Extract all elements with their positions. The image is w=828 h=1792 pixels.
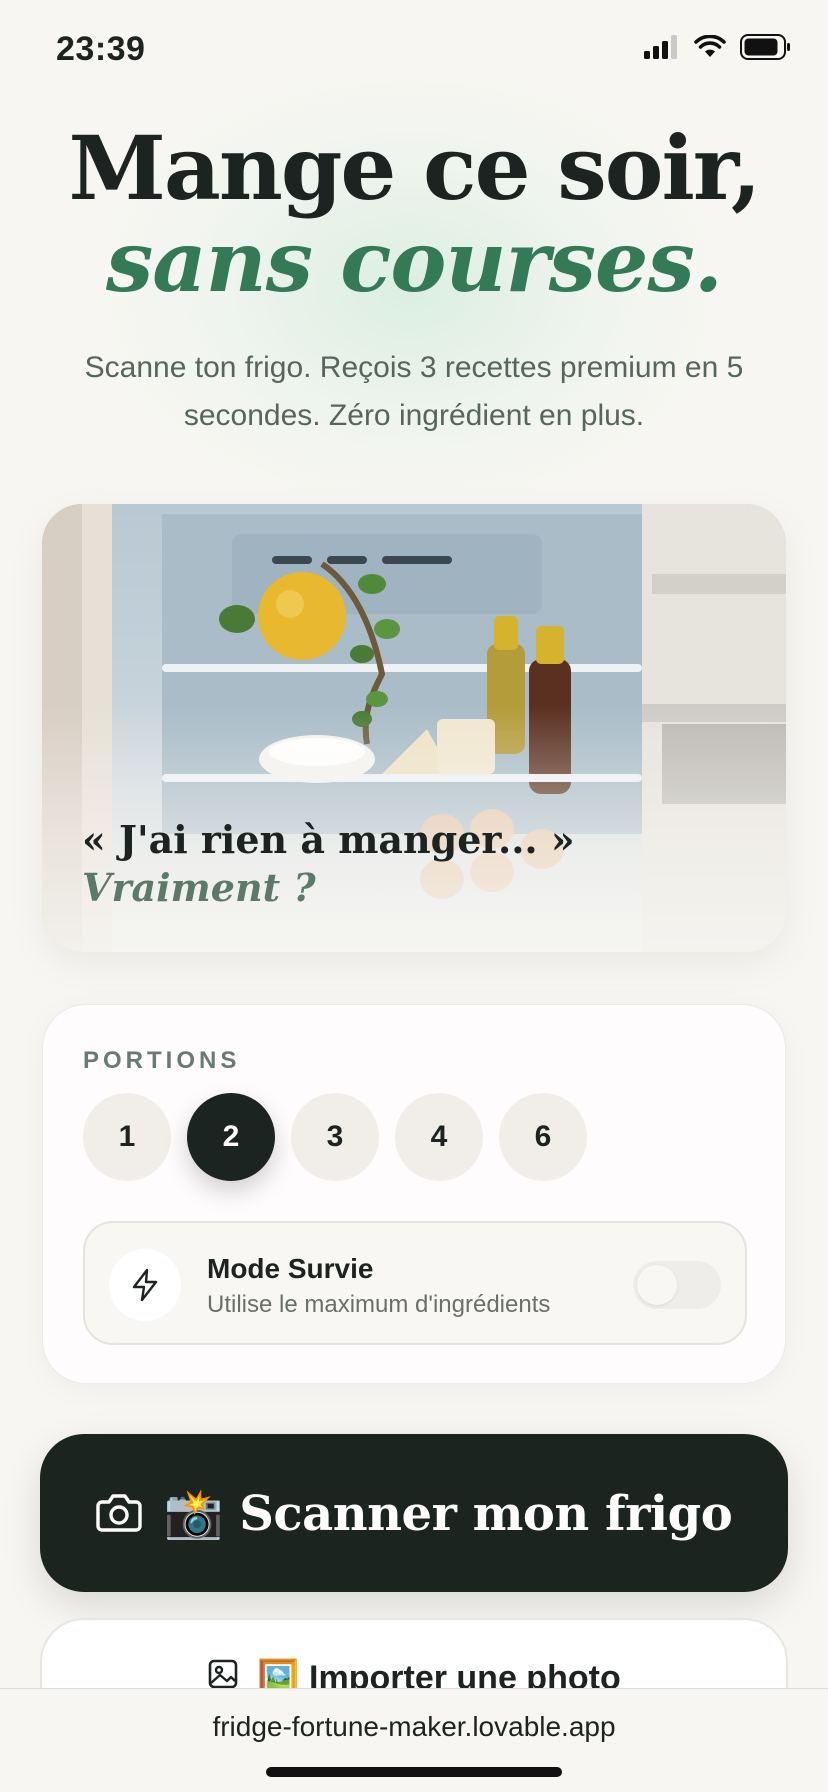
hero-subtitle: Scanne ton frigo. Reçois 3 recettes prem… bbox=[84, 351, 744, 432]
camera-icon bbox=[96, 1492, 142, 1535]
scan-fridge-button[interactable]: 📸 Scanner mon frigo bbox=[40, 1434, 788, 1592]
scan-fridge-label: 📸 Scanner mon frigo bbox=[163, 1485, 733, 1542]
portion-option-4[interactable]: 4 bbox=[395, 1093, 483, 1181]
url-text: fridge-fortune-maker.lovable.app bbox=[212, 1711, 616, 1742]
wifi-icon bbox=[694, 34, 726, 64]
headline: Mange ce soir, bbox=[68, 116, 761, 220]
portion-selector: 1 2 3 4 6 bbox=[83, 1093, 587, 1181]
home-indicator bbox=[266, 1767, 562, 1777]
fridge-quote-accent: Vraiment ? bbox=[82, 865, 316, 910]
app-page: 23:39 Mange ce soir, sans courses. Scann… bbox=[0, 0, 828, 1792]
survival-mode-subtitle: Utilise le maximum d'ingrédients bbox=[207, 1291, 551, 1318]
portions-label: PORTIONS bbox=[83, 1047, 241, 1074]
lightning-icon bbox=[109, 1249, 181, 1321]
battery-icon bbox=[740, 34, 792, 65]
portion-option-1[interactable]: 1 bbox=[83, 1093, 171, 1181]
toggle-knob bbox=[637, 1265, 677, 1305]
options-card: PORTIONS 1 2 3 4 6 Mode Survie Utilise l… bbox=[42, 1004, 786, 1384]
status-time: 23:39 bbox=[56, 30, 146, 68]
status-icons bbox=[644, 34, 792, 65]
fridge-quote: « J'ai rien à manger... » Vraiment ? bbox=[82, 816, 762, 912]
survival-mode-title: Mode Survie bbox=[207, 1253, 374, 1284]
cellular-signal-icon bbox=[644, 35, 680, 64]
fridge-quote-text: « J'ai rien à manger... » bbox=[82, 817, 575, 862]
browser-address-bar[interactable]: fridge-fortune-maker.lovable.app bbox=[0, 1688, 828, 1792]
portion-option-2[interactable]: 2 bbox=[187, 1093, 275, 1181]
portion-option-6[interactable]: 6 bbox=[499, 1093, 587, 1181]
survival-mode-toggle[interactable] bbox=[633, 1261, 721, 1309]
fridge-image-card: « J'ai rien à manger... » Vraiment ? bbox=[42, 504, 786, 952]
headline-accent: sans courses. bbox=[105, 212, 723, 311]
survival-mode-row[interactable]: Mode Survie Utilise le maximum d'ingrédi… bbox=[83, 1221, 747, 1345]
portion-option-3[interactable]: 3 bbox=[291, 1093, 379, 1181]
